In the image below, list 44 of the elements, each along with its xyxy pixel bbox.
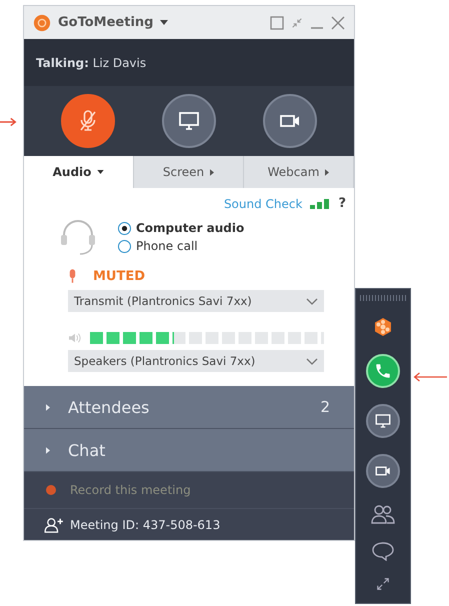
talking-label: Talking: Liz Davis [36,56,146,70]
tab[interactable]: Audio [24,156,134,188]
speaker-icon [68,332,82,344]
webcam-button[interactable] [366,454,400,488]
chevron-icon [306,298,318,304]
radio-option[interactable]: Computer audio [118,221,244,235]
radio-option[interactable]: Phone call [118,239,244,253]
monitor-icon [176,109,201,133]
transmit-dropdown[interactable]: Transmit (Plantronics Savi 7xx) [68,290,324,312]
collapsed-section[interactable]: Chat [24,429,354,472]
radio-button[interactable] [118,240,131,252]
signal-bars-icon [310,198,330,208]
microphone-icon [68,269,77,284]
caret-right-icon [210,168,214,176]
flower-logo-icon[interactable] [373,317,393,338]
phone-button[interactable] [366,354,400,388]
callout-arrow [413,371,447,383]
caret-right-icon [46,404,50,410]
window-icon[interactable] [270,16,284,30]
add-person-icon[interactable] [44,516,64,532]
speakers-dropdown[interactable]: Speakers (Plantronics Savi 7xx) [68,350,324,372]
flower-logo-icon [33,14,51,32]
record-icon [46,485,56,495]
expand-icon[interactable] [376,576,390,591]
chat-bubble-icon[interactable] [371,540,395,561]
app-title[interactable]: GoToMeeting [58,15,154,30]
people-icon[interactable] [371,504,395,524]
monitor-icon [374,412,392,430]
headset-icon [58,217,98,257]
caret-right-icon [325,168,330,176]
phone-icon [374,362,392,380]
caret-icon[interactable] [160,20,168,25]
help-link[interactable]: ? [338,196,346,211]
muted-label: MUTED [93,269,146,284]
screen-button[interactable] [366,404,400,438]
attendee-count: 2 [320,398,330,416]
collapsed-section[interactable]: Attendees 2 [24,386,354,429]
callout-arrow [0,117,18,127]
close-icon[interactable] [331,16,345,30]
caret-down-icon [97,170,104,174]
caret-right-icon [46,446,50,454]
radio-button[interactable] [118,222,131,234]
meeting-id: Meeting ID: 437-508-613 [70,518,220,532]
chevron-icon [306,358,318,364]
